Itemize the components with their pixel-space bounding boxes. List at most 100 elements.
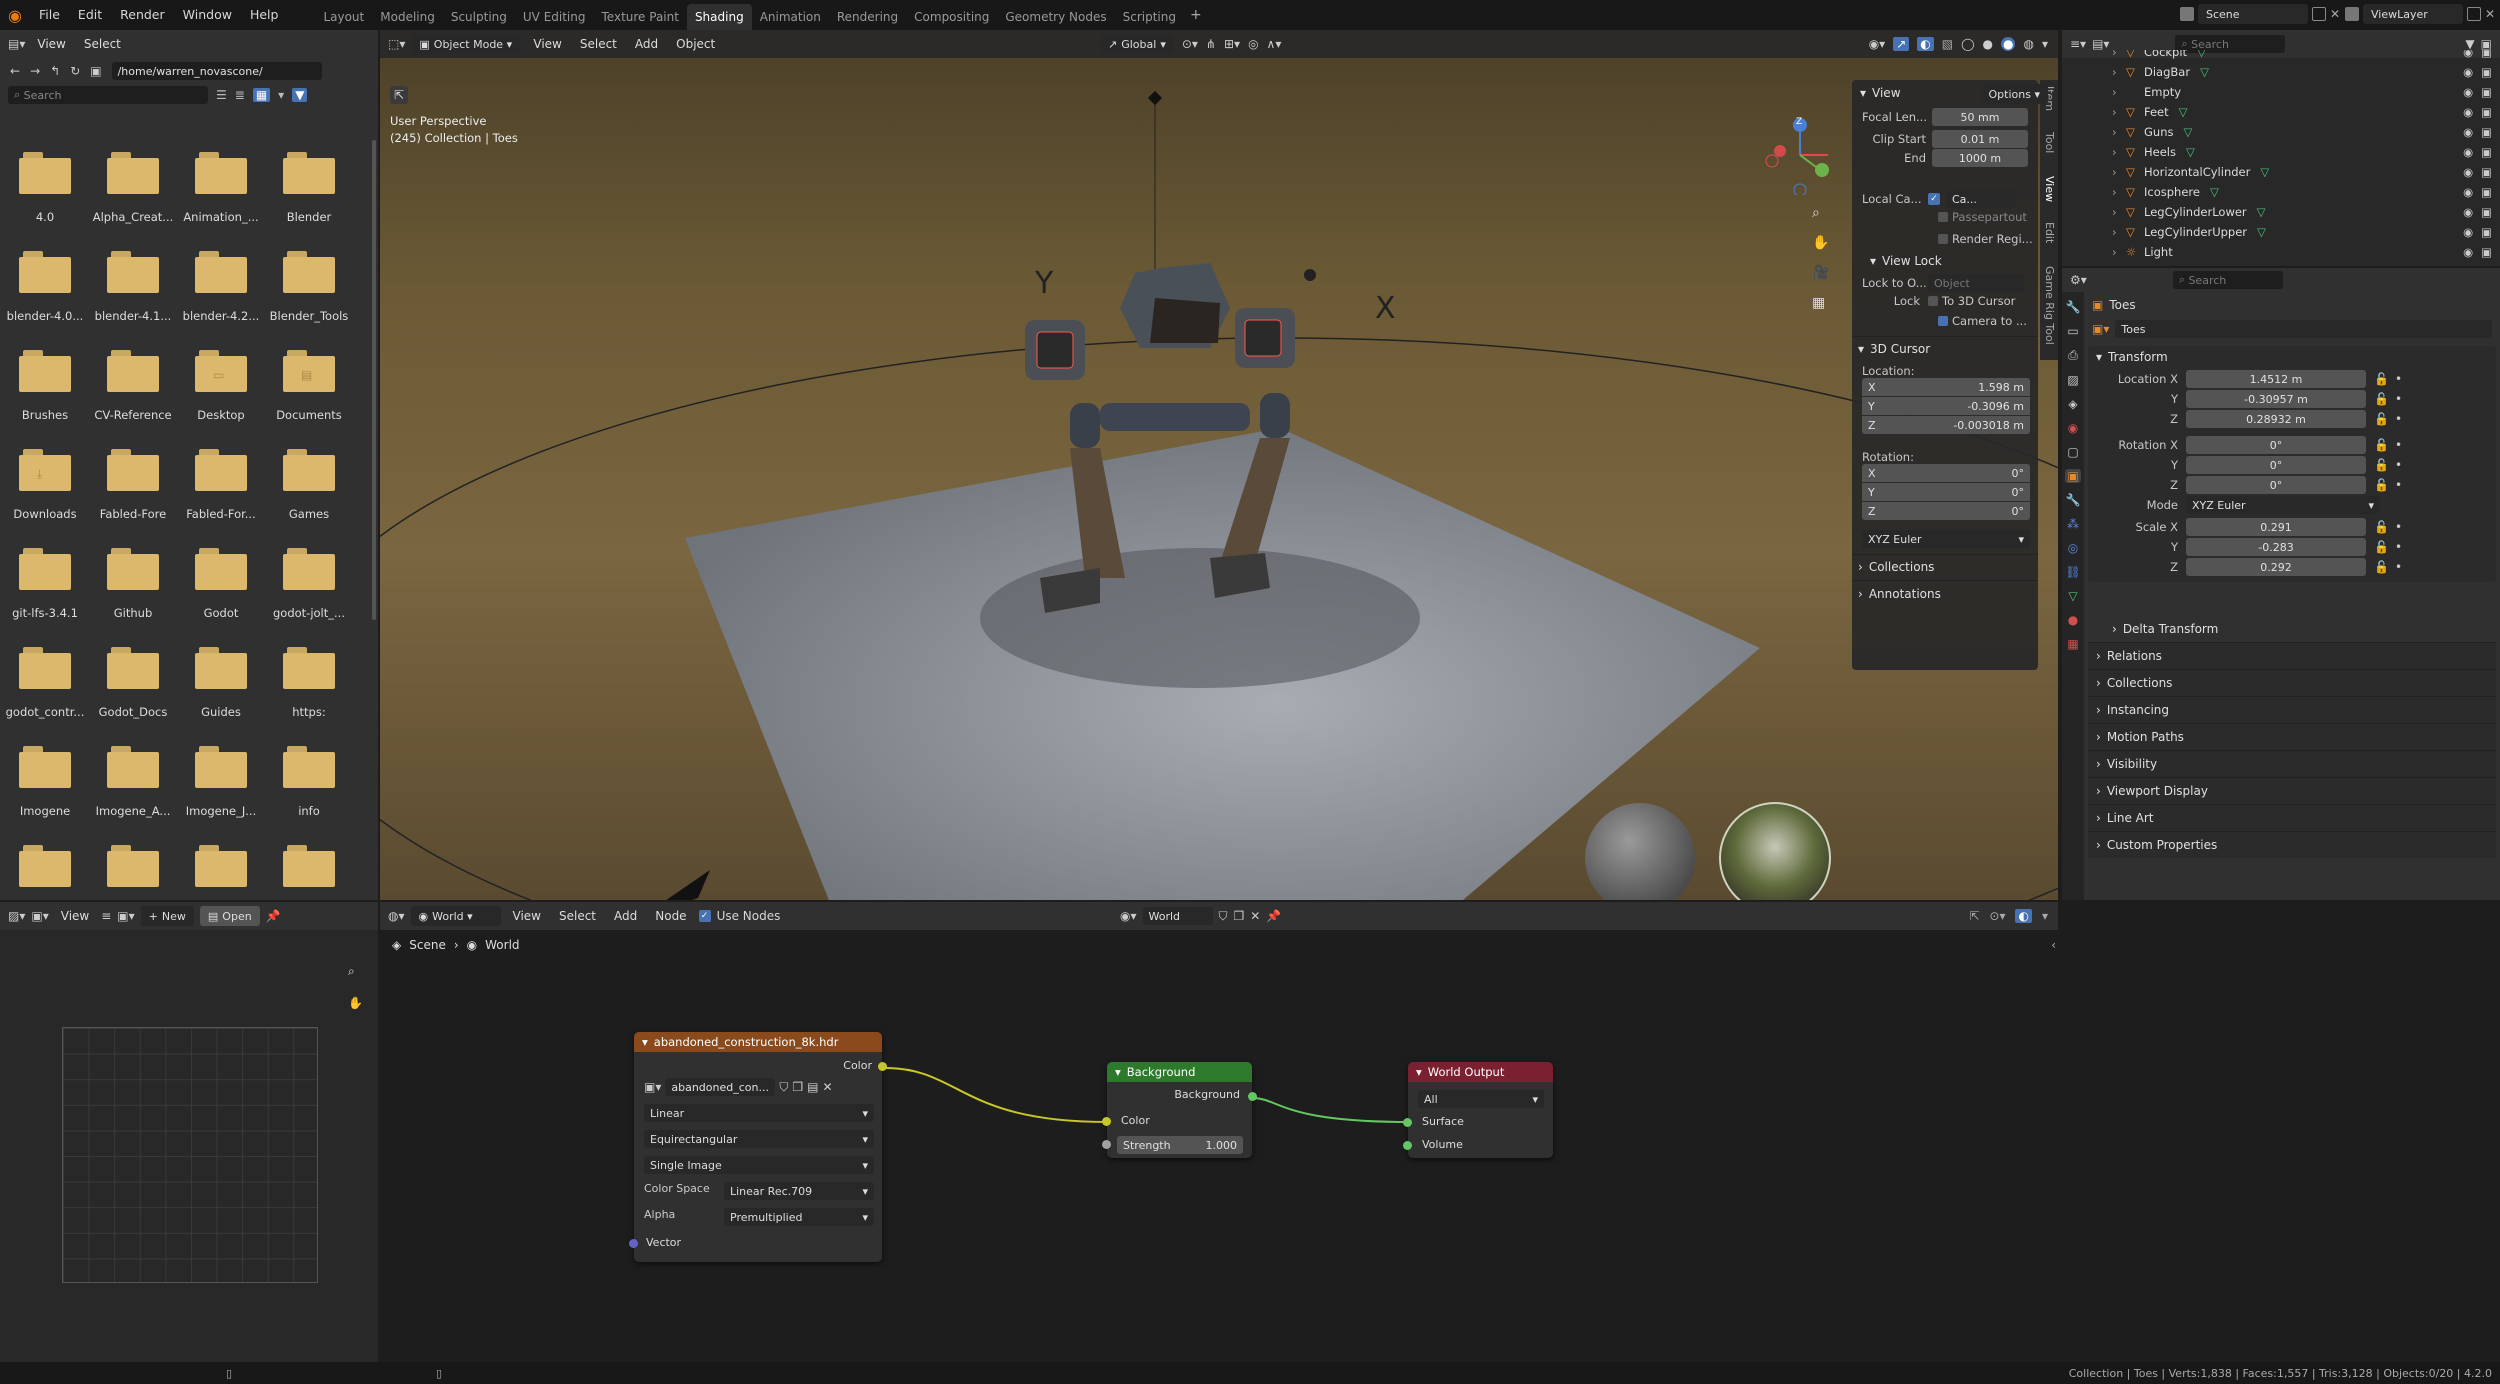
visibility-eye-icon[interactable]: ◉: [2463, 105, 2473, 119]
pin-icon[interactable]: 📌: [266, 909, 281, 923]
camera-to-view-checkbox[interactable]: [1938, 316, 1948, 326]
snap-target-icon[interactable]: ⊞▾: [1224, 37, 1240, 51]
outliner-row[interactable]: › ☼ Light ◉ ▣: [2062, 242, 2500, 262]
3d-cursor-header[interactable]: ▾ 3D Cursor: [1858, 342, 1930, 356]
tab-tool[interactable]: Tool: [2043, 132, 2056, 153]
file-item[interactable]: CV-Reference: [88, 346, 178, 436]
add-workspace-icon[interactable]: +: [1190, 7, 1202, 23]
fb-scrollbar[interactable]: [372, 140, 376, 620]
tab-sculpting[interactable]: Sculpting: [443, 4, 515, 30]
detail-view-icon[interactable]: ≣: [235, 88, 245, 102]
image-menu-icon[interactable]: ≡: [101, 909, 111, 923]
file-item[interactable]: Imogene_J...: [176, 742, 266, 832]
section-visibility[interactable]: › Visibility: [2088, 750, 2496, 777]
file-item[interactable]: ▭ Desktop: [176, 346, 266, 436]
delete-viewlayer-icon[interactable]: ✕: [2485, 7, 2495, 21]
properties-search-input[interactable]: ⌕ Search: [2172, 271, 2283, 289]
parent-dir-icon[interactable]: ↰: [50, 64, 60, 78]
location-x-field[interactable]: 1.4512 m: [2186, 370, 2366, 388]
list-view-icon[interactable]: ☰: [216, 88, 227, 102]
rotation-x-field[interactable]: 0°: [2186, 436, 2366, 454]
visibility-icon[interactable]: ◉▾: [1869, 37, 1886, 51]
menu-render[interactable]: Render: [111, 0, 174, 30]
image-editor-type-icon[interactable]: ▨▾: [8, 909, 25, 923]
background-output-socket[interactable]: [1248, 1092, 1257, 1101]
ortho-grid-icon[interactable]: ▦: [1812, 295, 1829, 311]
cursor-rot-y-field[interactable]: Y 0°: [1862, 483, 2030, 501]
scene-tab-icon[interactable]: ◈: [2068, 397, 2077, 411]
object-tab-icon[interactable]: ▣: [2065, 469, 2081, 483]
lock-icon[interactable]: 🔓: [2374, 540, 2389, 554]
section-line-art[interactable]: › Line Art: [2088, 804, 2496, 831]
lock-icon[interactable]: 🔓: [2374, 520, 2389, 534]
tab-rendering[interactable]: Rendering: [829, 4, 906, 30]
tab-uv-editing[interactable]: UV Editing: [515, 4, 594, 30]
file-item[interactable]: Godot_Docs: [88, 643, 178, 733]
background-node[interactable]: ▾ Background Background Color Strength 1.…: [1102, 1062, 1257, 1158]
outliner-row[interactable]: › ▽ LegCylinderLower ▽ ◉ ▣: [2062, 202, 2500, 222]
color-space-select[interactable]: Linear Rec.709 ▾: [724, 1182, 874, 1200]
local-camera-checkbox[interactable]: ✓: [1928, 193, 1940, 205]
expand-arrow-icon[interactable]: ›: [2112, 185, 2126, 199]
cursor-rot-z-field[interactable]: Z 0°: [1862, 502, 2030, 520]
expand-arrow-icon[interactable]: ›: [2112, 105, 2126, 119]
cursor-y-field[interactable]: Y -0.3096 m: [1862, 397, 2030, 415]
menu-window[interactable]: Window: [174, 0, 241, 30]
alpha-select[interactable]: Premultiplied ▾: [724, 1208, 874, 1226]
file-item[interactable]: [176, 841, 266, 900]
location-z-field[interactable]: 0.28932 m: [2186, 410, 2366, 428]
material-tab-icon[interactable]: ●: [2068, 613, 2078, 627]
display-mode-icon[interactable]: ▤▾: [2092, 37, 2109, 51]
visibility-eye-icon[interactable]: ◉: [2463, 205, 2473, 219]
interpolation-select[interactable]: Linear ▾: [644, 1104, 874, 1122]
image-name-field[interactable]: abandoned_con...: [665, 1078, 776, 1096]
expand-arrow-icon[interactable]: ›: [2112, 245, 2126, 259]
properties-type-icon[interactable]: ⚙▾: [2070, 273, 2087, 287]
scale-x-field[interactable]: 0.291: [2186, 518, 2366, 536]
view-lock-header[interactable]: ▾ View Lock: [1870, 254, 1942, 268]
tab-compositing[interactable]: Compositing: [906, 4, 997, 30]
rotation-y-field[interactable]: 0°: [2186, 456, 2366, 474]
lock-icon[interactable]: 🔓: [2374, 372, 2389, 386]
outliner-row[interactable]: › ▽ DiagBar ▽ ◉ ▣: [2062, 62, 2500, 82]
world-tab-icon[interactable]: ◉: [2068, 421, 2078, 435]
expand-arrow-icon[interactable]: ›: [2112, 145, 2126, 159]
image-mode-icon[interactable]: ▣▾: [31, 909, 48, 923]
solid-shading-icon[interactable]: ●: [1983, 37, 1993, 51]
tab-view[interactable]: View: [2043, 176, 2056, 202]
clip-end-field[interactable]: 1000 m: [1932, 149, 2028, 167]
file-item[interactable]: Godot: [176, 544, 266, 634]
visibility-eye-icon[interactable]: ◉: [2463, 145, 2473, 159]
file-item[interactable]: [264, 841, 354, 900]
file-item[interactable]: blender-4.0...: [0, 247, 90, 337]
section-relations[interactable]: › Relations: [2088, 642, 2496, 669]
image-unlink-icon[interactable]: ✕: [823, 1080, 833, 1094]
object-name-field[interactable]: Toes: [2115, 320, 2492, 338]
sort-icon[interactable]: ▾: [278, 88, 284, 102]
keyframe-dot-icon[interactable]: •: [2395, 478, 2402, 492]
zoom-icon[interactable]: ⌕: [1812, 205, 1829, 221]
tab-texture-paint[interactable]: Texture Paint: [594, 4, 687, 30]
modifier-tab-icon[interactable]: 🔧: [2066, 493, 2081, 507]
refresh-icon[interactable]: ↻: [70, 64, 80, 78]
render-region-checkbox[interactable]: [1938, 234, 1948, 244]
lock-icon[interactable]: 🔓: [2374, 392, 2389, 406]
keyframe-dot-icon[interactable]: •: [2395, 540, 2402, 554]
render-camera-icon[interactable]: ▣: [2481, 65, 2492, 79]
tab-modeling[interactable]: Modeling: [372, 4, 443, 30]
render-camera-icon[interactable]: ▣: [2481, 225, 2492, 239]
expand-arrow-icon[interactable]: ›: [2112, 85, 2126, 99]
outliner-type-icon[interactable]: ≡▾: [2070, 37, 2086, 51]
lock-3d-cursor-checkbox[interactable]: [1928, 296, 1938, 306]
image-pan-icon[interactable]: ✋: [348, 996, 363, 1010]
vp-menu-add[interactable]: Add: [629, 37, 664, 51]
delete-scene-icon[interactable]: ✕: [2330, 7, 2340, 21]
outliner-filter-icon[interactable]: ▼: [2465, 37, 2474, 51]
cursor-rot-mode-select[interactable]: XYZ Euler ▾: [1862, 530, 2030, 548]
file-item[interactable]: blender-4.2...: [176, 247, 266, 337]
file-item[interactable]: Imogene: [0, 742, 90, 832]
file-item[interactable]: Alpha_Creat...: [88, 148, 178, 238]
wireframe-shading-icon[interactable]: ◯: [1961, 37, 1974, 51]
file-item[interactable]: https:: [264, 643, 354, 733]
delta-transform-header[interactable]: › Delta Transform: [2112, 622, 2218, 636]
